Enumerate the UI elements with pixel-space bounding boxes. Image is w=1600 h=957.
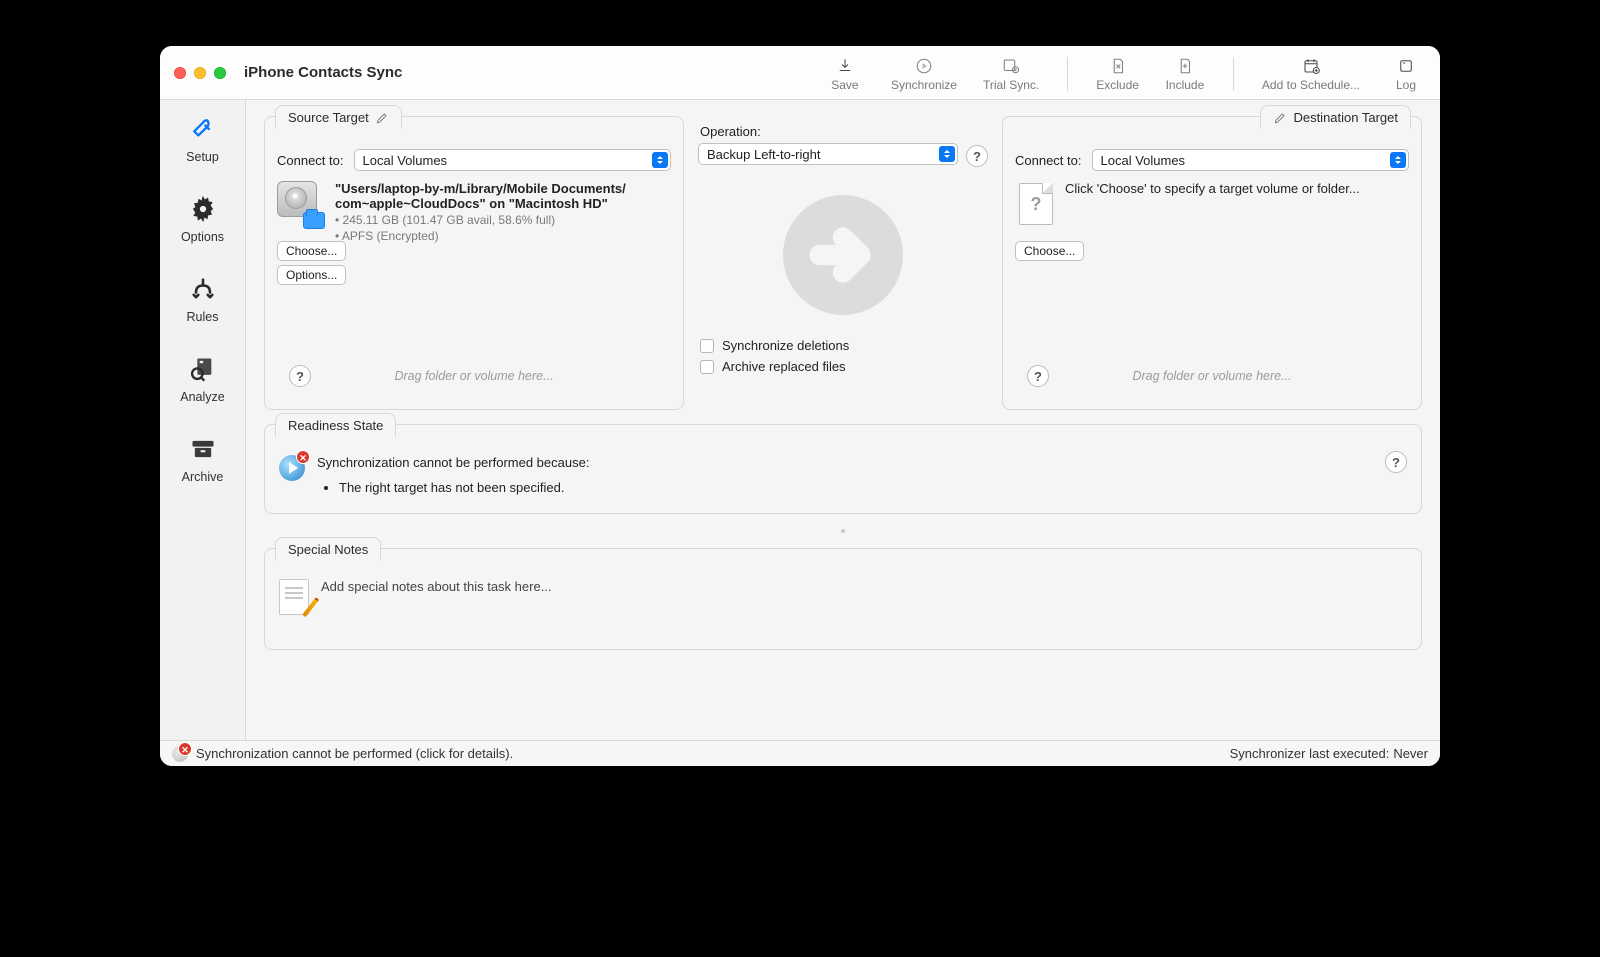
source-connect-select[interactable]: Local Volumes bbox=[354, 149, 672, 171]
source-options-button[interactable]: Options... bbox=[277, 265, 346, 285]
checkbox-icon bbox=[700, 360, 714, 374]
special-notes-panel: Special Notes Add special notes about th… bbox=[264, 548, 1422, 650]
include-button[interactable]: Include bbox=[1165, 57, 1205, 92]
direction-arrow-icon bbox=[783, 195, 903, 315]
exclude-button[interactable]: Exclude bbox=[1096, 57, 1139, 92]
readiness-panel: Readiness State Synchronization cannot b… bbox=[264, 424, 1422, 514]
destination-placeholder: Click 'Choose' to specify a target volum… bbox=[1065, 181, 1360, 196]
toolbar: Save Synchronize Trial Sync. Exclude bbox=[825, 53, 1426, 92]
operation-panel: Operation: Backup Left-to-right ? bbox=[698, 116, 988, 410]
log-icon bbox=[1395, 57, 1417, 75]
wrench-icon bbox=[186, 114, 220, 144]
operation-label: Operation: bbox=[700, 124, 988, 139]
sidebar-item-options[interactable]: Options bbox=[181, 194, 224, 244]
readiness-reasons: The right target has not been specified. bbox=[339, 480, 589, 495]
source-capacity: • 245.11 GB (101.47 GB avail, 58.6% full… bbox=[335, 213, 626, 227]
trial-sync-button[interactable]: Trial Sync. bbox=[983, 57, 1039, 92]
sync-deletions-checkbox[interactable]: Synchronize deletions bbox=[700, 338, 986, 353]
archive-replaced-checkbox[interactable]: Archive replaced files bbox=[700, 359, 986, 374]
add-to-schedule-button[interactable]: Add to Schedule... bbox=[1262, 57, 1360, 92]
last-executed-value: Never bbox=[1393, 746, 1428, 761]
unknown-document-icon bbox=[1019, 183, 1053, 225]
error-badge-icon bbox=[296, 450, 310, 464]
close-window-button[interactable] bbox=[174, 67, 186, 79]
play-circle-icon bbox=[913, 57, 935, 75]
error-badge-icon bbox=[178, 742, 192, 756]
checkbox-icon bbox=[700, 339, 714, 353]
sidebar-item-rules[interactable]: Rules bbox=[186, 274, 220, 324]
stepper-icon bbox=[1390, 152, 1406, 168]
destination-target-tab: Destination Target bbox=[1260, 105, 1411, 129]
log-button[interactable]: Log bbox=[1386, 57, 1426, 92]
source-path: "Users/laptop-by-m/Library/Mobile Docume… bbox=[335, 181, 626, 211]
trial-sync-icon bbox=[1000, 57, 1022, 75]
synchronize-button[interactable]: Synchronize bbox=[891, 57, 957, 92]
sidebar-item-analyze[interactable]: Analyze bbox=[180, 354, 224, 404]
sidebar-item-setup[interactable]: Setup bbox=[186, 114, 220, 164]
operation-help-button[interactable]: ? bbox=[966, 145, 988, 167]
readiness-help-button[interactable]: ? bbox=[1385, 451, 1407, 473]
window-title: iPhone Contacts Sync bbox=[244, 64, 402, 81]
document-plus-icon bbox=[1174, 57, 1196, 75]
play-status-icon bbox=[279, 455, 305, 481]
sidebar: Setup Options bbox=[160, 100, 246, 740]
gear-icon bbox=[186, 194, 220, 224]
sidebar-item-archive[interactable]: Archive bbox=[182, 434, 224, 484]
save-button[interactable]: Save bbox=[825, 57, 865, 92]
notes-icon bbox=[279, 579, 309, 615]
volume-folder-icon bbox=[277, 181, 323, 227]
calendar-add-icon bbox=[1300, 57, 1322, 75]
branch-icon bbox=[186, 274, 220, 304]
save-icon bbox=[834, 57, 856, 75]
operation-select[interactable]: Backup Left-to-right bbox=[698, 143, 958, 165]
status-icon bbox=[172, 746, 188, 762]
toolbar-separator bbox=[1067, 57, 1068, 91]
statusbar: Synchronization cannot be performed (cli… bbox=[160, 740, 1440, 766]
pencil-icon[interactable] bbox=[375, 111, 389, 125]
document-x-icon bbox=[1107, 57, 1129, 75]
source-target-tab: Source Target bbox=[275, 105, 402, 129]
destination-drop-hint: Drag folder or volume here... bbox=[1027, 369, 1397, 383]
pencil-icon[interactable] bbox=[1273, 111, 1287, 125]
source-drop-hint: Drag folder or volume here... bbox=[289, 369, 659, 383]
source-choose-button[interactable]: Choose... bbox=[277, 241, 346, 261]
destination-connect-select[interactable]: Local Volumes bbox=[1092, 149, 1410, 171]
window-controls bbox=[174, 67, 226, 79]
splitter-handle[interactable] bbox=[264, 528, 1422, 534]
readiness-message: Synchronization cannot be performed beca… bbox=[317, 455, 589, 470]
destination-connect-label: Connect to: bbox=[1015, 153, 1082, 168]
archive-box-icon bbox=[186, 434, 220, 464]
titlebar: iPhone Contacts Sync Save Synchronize Tr… bbox=[160, 46, 1440, 100]
content-area: Source Target Connect to: Local Volumes bbox=[246, 100, 1440, 740]
readiness-reason: The right target has not been specified. bbox=[339, 480, 589, 495]
source-connect-label: Connect to: bbox=[277, 153, 344, 168]
status-message[interactable]: Synchronization cannot be performed (cli… bbox=[196, 746, 513, 761]
toolbar-separator bbox=[1233, 57, 1234, 91]
analyze-icon bbox=[185, 354, 219, 384]
stepper-icon bbox=[652, 152, 668, 168]
minimize-window-button[interactable] bbox=[194, 67, 206, 79]
zoom-window-button[interactable] bbox=[214, 67, 226, 79]
destination-target-panel: Destination Target Connect to: Local Vol… bbox=[1002, 116, 1422, 410]
readiness-tab: Readiness State bbox=[275, 413, 396, 437]
app-window: iPhone Contacts Sync Save Synchronize Tr… bbox=[160, 46, 1440, 766]
special-notes-tab: Special Notes bbox=[275, 537, 381, 561]
last-executed-label: Synchronizer last executed: bbox=[1230, 746, 1390, 761]
stepper-icon bbox=[939, 146, 955, 162]
destination-choose-button[interactable]: Choose... bbox=[1015, 241, 1084, 261]
source-filesystem: • APFS (Encrypted) bbox=[335, 229, 626, 243]
special-notes-text[interactable]: Add special notes about this task here..… bbox=[321, 579, 552, 594]
source-target-panel: Source Target Connect to: Local Volumes bbox=[264, 116, 684, 410]
